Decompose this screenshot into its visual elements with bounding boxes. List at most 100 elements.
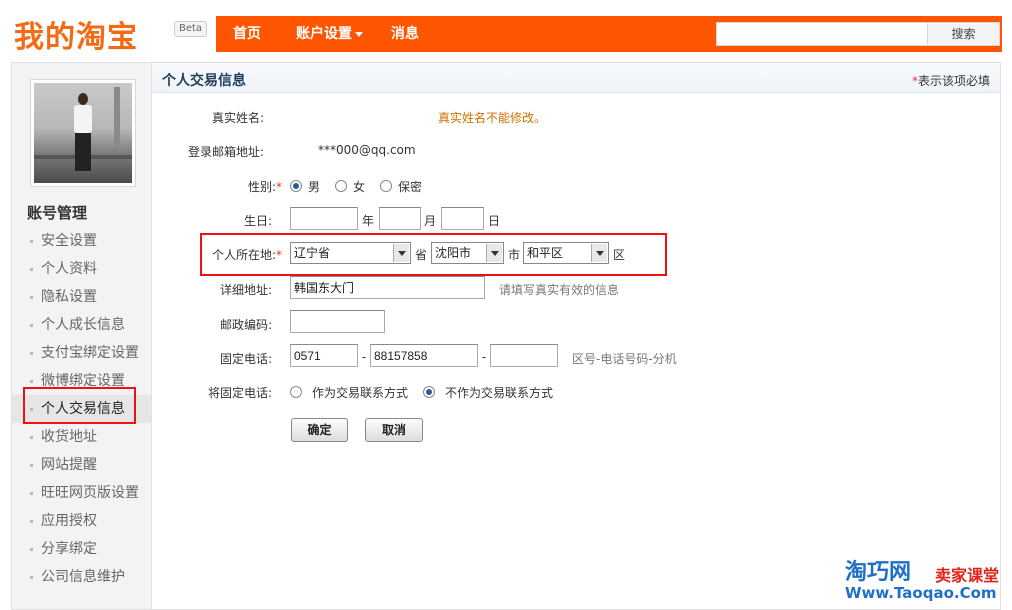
bullet-icon xyxy=(30,380,33,383)
nav-bar: 首页 账户设置 消息 搜索 xyxy=(216,16,1002,52)
gender-label: 性别:* xyxy=(152,178,282,195)
gender-secret-radio[interactable] xyxy=(380,180,392,192)
bullet-icon xyxy=(30,436,33,439)
bullet-icon xyxy=(30,548,33,551)
nav-home[interactable]: 首页 xyxy=(233,18,261,50)
postcode-label: 邮政编码: xyxy=(219,318,272,332)
phone-separator: - xyxy=(362,350,367,364)
confirm-button[interactable]: 确定 xyxy=(291,418,348,442)
sidebar-item[interactable]: 公司信息维护 xyxy=(12,563,151,591)
nav-account-settings[interactable]: 账户设置 xyxy=(296,18,363,50)
bullet-icon xyxy=(30,268,33,271)
bullet-icon xyxy=(30,520,33,523)
sidebar-item[interactable]: 收货地址 xyxy=(12,423,151,451)
sidebar-item[interactable]: 个人资料 xyxy=(12,255,151,283)
bullet-icon xyxy=(30,240,33,243)
nav-account-label: 账户设置 xyxy=(296,26,352,42)
panel-header: 个人交易信息 *表示该项必填 xyxy=(152,63,1000,93)
sidebar-item-label: 公司信息维护 xyxy=(41,569,125,585)
email-label: 登录邮箱地址: xyxy=(187,145,264,159)
nav-messages-label: 消息 xyxy=(391,26,419,42)
caret-down-icon xyxy=(355,31,363,37)
gender-male-label: 男 xyxy=(308,180,321,194)
avatar-photo xyxy=(34,83,132,183)
phone-number-input[interactable] xyxy=(370,344,478,367)
beta-badge: Beta xyxy=(174,21,208,37)
bullet-icon xyxy=(30,324,33,327)
phone-contact-no-radio[interactable] xyxy=(423,386,435,398)
phone-label: 固定电话: xyxy=(219,352,272,366)
phone-ext-input[interactable] xyxy=(490,344,558,367)
bullet-icon xyxy=(30,576,33,579)
watermark-url: Www.Taoqao.Com xyxy=(845,584,997,602)
highlight-box xyxy=(23,387,136,424)
address-input[interactable] xyxy=(290,276,485,299)
gender-label-text: 性别: xyxy=(247,180,276,194)
search-input[interactable] xyxy=(716,22,928,46)
highlight-box xyxy=(200,233,667,276)
sidebar-item-label: 收货地址 xyxy=(41,429,97,445)
real-name-note: 真实姓名不能修改。 xyxy=(438,111,547,125)
address-label: 详细地址: xyxy=(219,283,272,297)
watermark-brand: 淘巧网 xyxy=(845,560,912,585)
phone-separator: - xyxy=(482,350,487,364)
cancel-button[interactable]: 取消 xyxy=(365,418,423,442)
sidebar-item[interactable]: 分享绑定 xyxy=(12,535,151,563)
bullet-icon xyxy=(30,464,33,467)
sidebar-title: 账号管理 xyxy=(27,204,88,222)
birth-year-input[interactable] xyxy=(290,207,358,230)
nav-messages[interactable]: 消息 xyxy=(391,18,419,50)
bullet-icon xyxy=(30,352,33,355)
birth-day-input[interactable] xyxy=(441,207,484,230)
bullet-icon xyxy=(30,492,33,495)
gender-required-star: * xyxy=(276,180,282,194)
gender-secret-label: 保密 xyxy=(398,180,423,194)
phone-contact-label: 将固定电话: xyxy=(207,386,272,400)
phone-contact-no-label: 不作为交易联系方式 xyxy=(445,386,554,400)
gender-female-radio[interactable] xyxy=(335,180,347,192)
sidebar-item-label: 个人成长信息 xyxy=(41,317,125,333)
sidebar-item-label: 隐私设置 xyxy=(41,289,97,305)
main-panel: 个人交易信息 *表示该项必填 真实姓名: 真实姓名不能修改。 登录邮箱地址: *… xyxy=(152,62,1001,610)
phone-area-input[interactable] xyxy=(290,344,358,367)
day-unit: 日 xyxy=(488,214,501,228)
bullet-icon xyxy=(30,296,33,299)
sidebar-item[interactable]: 旺旺网页版设置 xyxy=(12,479,151,507)
sidebar-item[interactable]: 个人成长信息 xyxy=(12,311,151,339)
required-note: *表示该项必填 xyxy=(912,72,990,89)
sidebar-item-label: 网站提醒 xyxy=(41,457,97,473)
required-note-text: 表示该项必填 xyxy=(917,74,990,88)
sidebar-item[interactable]: 隐私设置 xyxy=(12,283,151,311)
sidebar-item-label: 旺旺网页版设置 xyxy=(41,485,139,501)
search-button[interactable]: 搜索 xyxy=(928,22,1000,46)
page-title: 个人交易信息 xyxy=(162,73,246,89)
sidebar-item[interactable]: 网站提醒 xyxy=(12,451,151,479)
real-name-label: 真实姓名: xyxy=(211,111,264,125)
sidebar-item-label: 支付宝绑定设置 xyxy=(41,345,139,361)
gender-male-radio[interactable] xyxy=(290,180,302,192)
year-unit: 年 xyxy=(362,214,375,228)
sidebar-item[interactable]: 安全设置 xyxy=(12,227,151,255)
address-hint: 请填写真实有效的信息 xyxy=(499,283,620,297)
month-unit: 月 xyxy=(424,214,437,228)
header: 我的淘宝 Beta 首页 账户设置 消息 搜索 xyxy=(0,0,1012,58)
postcode-input[interactable] xyxy=(290,310,385,333)
sidebar-item[interactable]: 应用授权 xyxy=(12,507,151,535)
birth-month-input[interactable] xyxy=(379,207,421,230)
email-value: ***000@qq.com xyxy=(318,143,416,157)
phone-contact-yes-radio[interactable] xyxy=(290,386,302,398)
logo[interactable]: 我的淘宝 xyxy=(14,12,138,56)
gender-female-label: 女 xyxy=(353,180,366,194)
avatar[interactable] xyxy=(30,79,136,187)
phone-contact-yes-label: 作为交易联系方式 xyxy=(312,386,409,400)
sidebar-item-label: 分享绑定 xyxy=(41,541,97,557)
phone-hint: 区号-电话号码-分机 xyxy=(572,352,677,366)
sidebar: 账号管理 安全设置 个人资料 隐私设置 个人成长信息 支付宝绑定设置 微博绑定设置 个人交易… xyxy=(11,62,152,610)
sidebar-item-label: 应用授权 xyxy=(41,513,97,529)
sidebar-item-label: 安全设置 xyxy=(41,233,97,249)
sidebar-item[interactable]: 支付宝绑定设置 xyxy=(12,339,151,367)
watermark-sub: 卖家课堂 xyxy=(935,566,1000,585)
nav-home-label: 首页 xyxy=(233,26,261,42)
sidebar-item-label: 个人资料 xyxy=(41,261,97,277)
birthday-label: 生日: xyxy=(243,214,272,228)
